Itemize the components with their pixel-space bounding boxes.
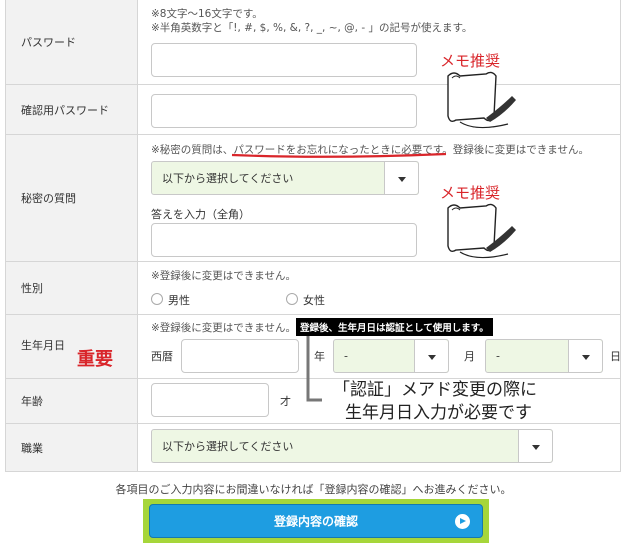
secret-question-label: 秘密の質問 xyxy=(21,192,76,205)
age-input[interactable] xyxy=(151,383,269,417)
occupation-value-cell: 以下から選択してください xyxy=(138,424,621,471)
birth-year-input[interactable] xyxy=(181,339,299,373)
password-input[interactable] xyxy=(151,43,417,77)
birth-day-select[interactable]: - xyxy=(485,339,603,373)
chevron-down-icon[interactable] xyxy=(518,430,552,462)
callout-line-1: 「認証」メアド変更の際に xyxy=(333,380,537,400)
secret-question-value-cell: ※秘密の質問は、パスワードをお忘れになったときに必要です。登録後に変更はできませ… xyxy=(138,135,621,261)
birth-month-unit: 月 xyxy=(464,350,475,363)
password-label-cell: パスワード xyxy=(5,0,138,84)
footer-note: 各項目のご入力内容にお間違いなければ「登録内容の確認」へお進みください。 xyxy=(115,483,512,496)
secret-question-note: ※秘密の質問は、パスワードをお忘れになったときに必要です。登録後に変更はできませ… xyxy=(151,142,589,157)
arrow-right-circle-icon xyxy=(455,514,470,529)
confirm-password-label: 確認用パスワード xyxy=(21,103,109,117)
occupation-select[interactable]: 以下から選択してください xyxy=(151,429,553,463)
birthdate-note: ※登録後に変更はできません。 xyxy=(151,322,296,334)
gender-row: 性別 ※登録後に変更はできません。 男性 女性 xyxy=(5,262,621,315)
chevron-down-icon[interactable] xyxy=(414,340,448,372)
submit-highlight: 登録内容の確認 xyxy=(143,499,489,543)
birth-month-value: - xyxy=(344,349,348,363)
age-label-cell: 年齢 xyxy=(5,379,138,423)
occupation-label: 職業 xyxy=(21,441,43,455)
secret-question-select-value: 以下から選択してください xyxy=(162,172,294,185)
birth-year-unit: 年 xyxy=(314,350,325,363)
gender-label-cell: 性別 xyxy=(5,262,138,314)
gender-female-label[interactable]: 女性 xyxy=(303,292,325,308)
confirm-password-row: 確認用パスワード xyxy=(5,85,621,135)
secret-note-prefix: ※秘密の質問は、 xyxy=(151,144,234,156)
confirm-registration-button-label: 登録内容の確認 xyxy=(273,514,358,529)
callout-line-2: 生年月日入力が必要です xyxy=(345,403,532,423)
important-label: 重要 xyxy=(77,349,113,370)
confirm-registration-button[interactable]: 登録内容の確認 xyxy=(149,504,483,538)
memo-recommend-label: メモ推奨 xyxy=(440,184,501,202)
occupation-label-cell: 職業 xyxy=(5,424,138,471)
birthdate-era-label: 西暦 xyxy=(151,350,173,363)
password-note-length: ※8文字～16文字です。 xyxy=(151,8,263,20)
secret-question-label-cell: 秘密の質問 xyxy=(5,135,138,261)
gender-male-label[interactable]: 男性 xyxy=(168,292,190,308)
secret-note-underlined: パスワードをお忘れになったときに必要 xyxy=(233,144,423,156)
password-row: パスワード ※8文字～16文字です。 ※半角英数字と「!, #, $, %, &… xyxy=(5,0,621,85)
secret-question-row: 秘密の質問 ※秘密の質問は、パスワードをお忘れになったときに必要です。登録後に変… xyxy=(5,135,621,262)
memo-recommend-label: メモ推奨 xyxy=(440,52,501,70)
birthdate-label: 生年月日 xyxy=(21,339,65,352)
gender-note: ※登録後に変更はできません。 xyxy=(151,270,296,282)
password-value-cell: ※8文字～16文字です。 ※半角英数字と「!, #, $, %, &, ?, _… xyxy=(138,0,621,84)
secret-answer-label: 答えを入力（全角） xyxy=(151,208,250,221)
confirm-password-label-cell: 確認用パスワード xyxy=(5,85,138,134)
occupation-row: 職業 以下から選択してください xyxy=(5,424,621,472)
secret-question-select[interactable]: 以下から選択してください xyxy=(151,161,419,195)
birth-month-select[interactable]: - xyxy=(333,339,449,373)
age-label: 年齢 xyxy=(21,395,43,408)
age-unit: 才 xyxy=(280,395,291,408)
password-note-symbols: ※半角英数字と「!, #, $, %, &, ?, _, ~, @, - 」の記… xyxy=(151,22,473,34)
password-label: パスワード xyxy=(21,36,76,49)
gender-label: 性別 xyxy=(21,282,43,295)
chevron-down-icon[interactable] xyxy=(568,340,602,372)
birthdate-auth-badge: 登録後、生年月日は認証として使用します。 xyxy=(296,318,493,336)
gender-male-radio[interactable] xyxy=(151,293,163,305)
birth-day-unit: 日 xyxy=(610,350,621,363)
birthdate-label-cell: 生年月日 xyxy=(5,315,138,378)
secret-note-suffix: です。登録後に変更はできません。 xyxy=(422,144,589,156)
gender-female-radio[interactable] xyxy=(286,293,298,305)
secret-answer-input[interactable] xyxy=(151,223,417,257)
occupation-select-value: 以下から選択してください xyxy=(162,440,294,453)
birth-day-value: - xyxy=(496,349,500,363)
confirm-password-value-cell xyxy=(138,85,621,134)
confirm-password-input[interactable] xyxy=(151,94,417,128)
chevron-down-icon[interactable] xyxy=(384,162,418,194)
gender-value-cell: ※登録後に変更はできません。 男性 女性 xyxy=(138,262,621,314)
